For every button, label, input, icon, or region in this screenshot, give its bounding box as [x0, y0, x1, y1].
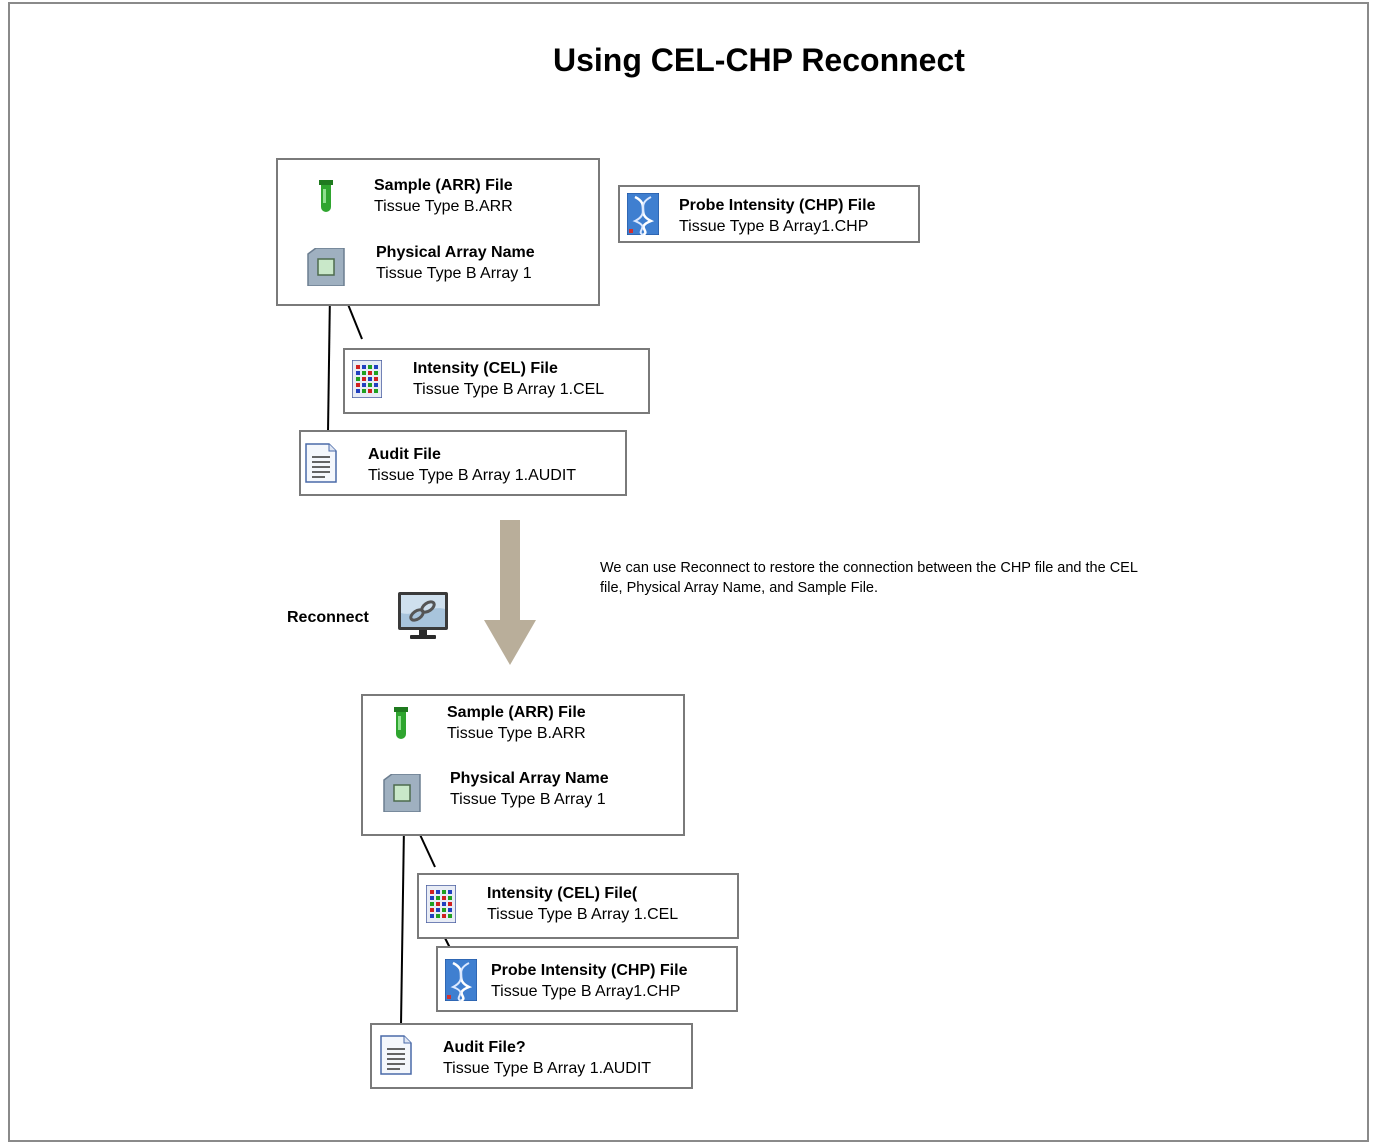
after-chp-subtitle: Tissue Type B Array1.CHP — [491, 983, 681, 1000]
after-sample-title: Sample (ARR) File — [447, 704, 586, 721]
before-chp-title: Probe Intensity (CHP) File — [679, 197, 876, 214]
after-sample-item: Sample (ARR) File Tissue Type B.ARR — [447, 703, 586, 745]
before-chp-item: Probe Intensity (CHP) File Tissue Type B… — [679, 196, 875, 238]
down-arrow — [484, 520, 536, 665]
before-array-item: Physical Array Name Tissue Type B Array … — [376, 243, 535, 285]
dna-icon-after — [444, 958, 478, 1006]
after-audit-item: Audit File? Tissue Type B Array 1.AUDIT — [443, 1038, 651, 1080]
after-array-item: Physical Array Name Tissue Type B Array … — [450, 769, 609, 811]
after-cel-title: Intensity (CEL) File( — [487, 885, 638, 902]
test-tube-icon-after — [393, 707, 409, 746]
document-icon-after — [380, 1035, 412, 1080]
after-sample-subtitle: Tissue Type B.ARR — [447, 725, 586, 742]
array-chip-icon-after — [382, 773, 422, 817]
after-chp-title: Probe Intensity (CHP) File — [491, 962, 688, 979]
after-array-subtitle: Tissue Type B Array 1 — [450, 791, 606, 808]
test-tube-icon — [318, 180, 334, 219]
connector-array-audit — [327, 291, 331, 433]
reconnect-note: We can use Reconnect to restore the conn… — [600, 560, 1138, 596]
dna-icon — [626, 192, 660, 240]
after-audit-subtitle: Tissue Type B Array 1.AUDIT — [443, 1060, 652, 1077]
cel-grid-icon — [351, 359, 383, 403]
before-cel-item: Intensity (CEL) File Tissue Type B Array… — [413, 359, 604, 401]
before-sample-item: Sample (ARR) File Tissue Type B.ARR — [374, 176, 513, 218]
before-cel-title: Intensity (CEL) File — [413, 360, 558, 377]
before-audit-title: Audit File — [368, 446, 441, 463]
cel-grid-icon-after — [425, 884, 457, 928]
reconnect-label: Reconnect — [287, 609, 369, 626]
array-chip-icon — [306, 247, 346, 291]
before-cel-subtitle: Tissue Type B Array 1.CEL — [413, 381, 605, 398]
after-cel-subtitle: Tissue Type B Array 1.CEL — [487, 906, 679, 923]
before-audit-item: Audit File Tissue Type B Array 1.AUDIT — [368, 445, 576, 487]
after-cel-item: Intensity (CEL) File( Tissue Type B Arra… — [487, 884, 678, 926]
reconnect-monitor-icon[interactable] — [397, 591, 449, 646]
before-array-subtitle: Tissue Type B Array 1 — [376, 265, 532, 282]
before-chp-subtitle: Tissue Type B Array1.CHP — [679, 218, 869, 235]
document-icon — [305, 443, 337, 488]
before-sample-title: Sample (ARR) File — [374, 177, 513, 194]
after-array-title: Physical Array Name — [450, 770, 609, 787]
connector-array-audit-after — [400, 825, 405, 1026]
after-audit-title: Audit File? — [443, 1039, 526, 1056]
after-chp-item: Probe Intensity (CHP) File Tissue Type B… — [491, 961, 687, 1003]
before-array-title: Physical Array Name — [376, 244, 535, 261]
before-audit-subtitle: Tissue Type B Array 1.AUDIT — [368, 467, 577, 484]
before-sample-subtitle: Tissue Type B.ARR — [374, 198, 513, 215]
